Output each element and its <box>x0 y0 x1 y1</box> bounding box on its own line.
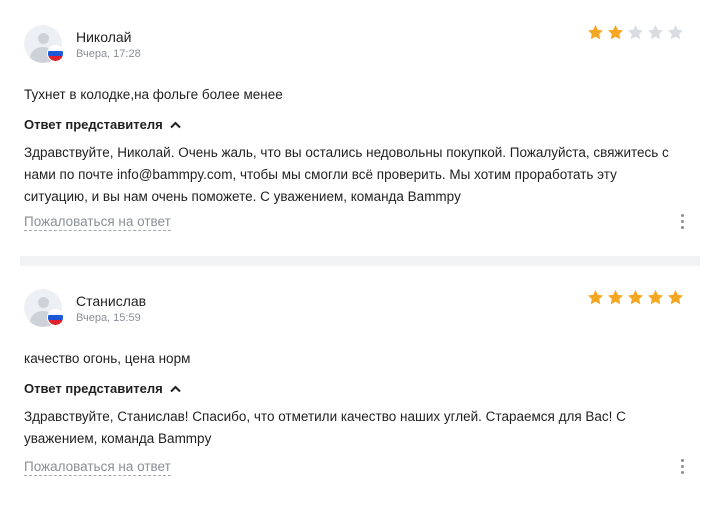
answer-toggle-label: Ответ представителя <box>24 117 163 132</box>
more-vertical-icon[interactable] <box>677 214 687 232</box>
representative-answer: Здравствуйте, Николай. Очень жаль, что в… <box>24 145 669 204</box>
star-icon <box>648 290 663 305</box>
answer-toggle-button[interactable]: Ответ представителя <box>24 381 181 396</box>
star-icon <box>648 25 663 40</box>
review-date: Вчера, 17:28 <box>76 48 141 60</box>
review-rating <box>587 24 684 41</box>
review-divider <box>20 256 700 266</box>
star-icon <box>668 25 683 40</box>
russia-flag-icon <box>47 309 64 326</box>
representative-answer: Здравствуйте, Станислав! Спасибо, что от… <box>24 409 626 446</box>
review-author: Станислав <box>76 293 147 309</box>
complain-link[interactable]: Пожаловаться на ответ <box>24 214 171 231</box>
review-rating <box>587 289 684 306</box>
review-text: качество огонь, цена норм <box>24 351 191 366</box>
answer-toggle-label: Ответ представителя <box>24 381 163 396</box>
review-text: Тухнет в колодке,на фольге более менее <box>24 87 283 102</box>
complain-link[interactable]: Пожаловаться на ответ <box>24 459 171 476</box>
star-icon <box>608 25 623 40</box>
chevron-up-icon <box>169 121 181 128</box>
chevron-up-icon <box>169 385 181 392</box>
answer-toggle-button[interactable]: Ответ представителя <box>24 117 181 132</box>
russia-flag-icon <box>47 45 64 62</box>
star-icon <box>588 290 603 305</box>
review-author: Николай <box>76 29 132 45</box>
star-icon <box>668 290 683 305</box>
star-icon <box>608 290 623 305</box>
review-date: Вчера, 15:59 <box>76 312 141 324</box>
star-icon <box>628 25 643 40</box>
more-vertical-icon[interactable] <box>677 459 687 477</box>
star-icon <box>628 290 643 305</box>
star-icon <box>588 25 603 40</box>
